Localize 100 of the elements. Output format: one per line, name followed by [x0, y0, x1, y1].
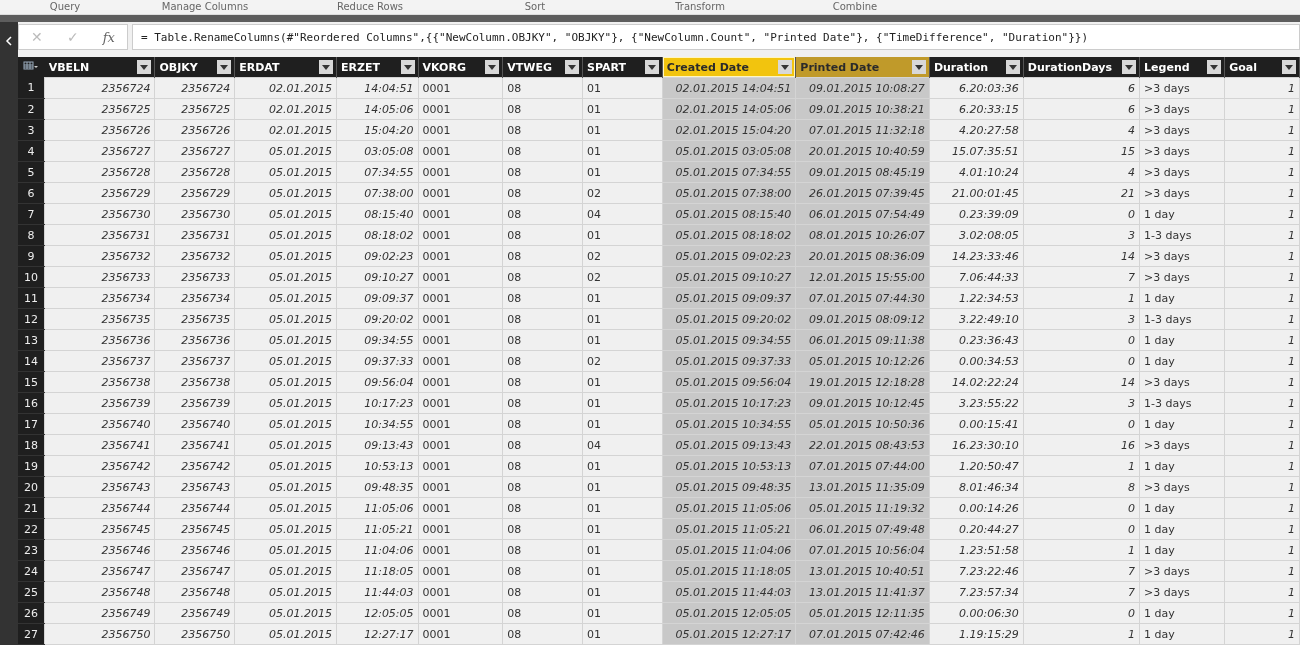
table-cell: 02.01.2015 14:04:51	[662, 77, 796, 99]
caret-icon	[1008, 64, 1017, 70]
caret-icon	[1285, 64, 1293, 70]
filter-dropdown-button[interactable]	[1207, 60, 1222, 74]
table-cell: 08	[502, 77, 583, 99]
column-header[interactable]: ERDAT	[234, 57, 337, 78]
row-number: 11	[18, 287, 45, 309]
table-cell: 2356724	[154, 77, 235, 99]
filter-dropdown-button[interactable]	[1282, 60, 1296, 74]
table-cell: 2356737	[44, 350, 155, 372]
table-cell: 6	[1023, 77, 1140, 99]
table-cell: 2356729	[44, 182, 155, 204]
filter-dropdown-button[interactable]	[137, 60, 152, 74]
table-cell: 09.01.2015 10:08:27	[795, 77, 930, 99]
row-number: 27	[18, 623, 45, 645]
row-number: 7	[18, 203, 45, 225]
row-number: 8	[18, 224, 45, 246]
table-cell: 6.20:03:36	[929, 77, 1024, 99]
filter-dropdown-button[interactable]	[1005, 60, 1020, 74]
filter-dropdown-button[interactable]	[778, 60, 793, 74]
table-cell: 2356731	[44, 224, 155, 246]
row-number: 10	[18, 266, 45, 288]
table-cell: 2356746	[44, 539, 155, 561]
ribbon-group-label: Sort	[523, 1, 547, 13]
table-cell: 2356742	[44, 455, 155, 477]
row-number: 4	[18, 140, 45, 162]
table-cell: 2356747	[44, 560, 155, 582]
row-number: 21	[18, 497, 45, 519]
table-cell: 2356738	[44, 371, 155, 393]
column-header[interactable]: Goal	[1224, 57, 1300, 78]
column-header[interactable]: ERZET	[336, 57, 419, 78]
row-number: 14	[18, 350, 45, 372]
table-cell: 14:04:51	[336, 77, 419, 99]
filter-dropdown-button[interactable]	[1122, 60, 1137, 74]
row-number: 22	[18, 518, 45, 540]
column-header[interactable]: VTWEG	[502, 57, 583, 78]
row-number: 26	[18, 602, 45, 624]
table-cell: 2356725	[44, 98, 155, 120]
table-cell: 2356741	[44, 434, 155, 456]
fx-icon[interactable]: fx	[102, 29, 115, 45]
filter-dropdown-button[interactable]	[485, 60, 500, 74]
column-header[interactable]: Printed Date	[795, 57, 930, 78]
filter-dropdown-button[interactable]	[911, 60, 926, 74]
column-header[interactable]: OBJKY	[154, 57, 235, 78]
column-header[interactable]: VKORG	[418, 57, 503, 78]
filter-dropdown-button[interactable]	[319, 60, 334, 74]
row-number: 9	[18, 245, 45, 267]
caret-icon	[914, 64, 923, 70]
column-header[interactable]: Duration	[929, 57, 1024, 78]
table-cell: 2356736	[44, 329, 155, 351]
row-number: 24	[18, 560, 45, 582]
table-cell: 2356743	[44, 476, 155, 498]
column-header[interactable]: DurationDays	[1023, 57, 1140, 78]
row-number: 13	[18, 329, 45, 351]
column-header[interactable]: SPART	[582, 57, 663, 78]
table-cell: 2356750	[44, 623, 155, 645]
row-number: 12	[18, 308, 45, 330]
table-cell: >3 days	[1139, 77, 1225, 99]
table-cell: 2356727	[44, 140, 155, 162]
filter-dropdown-button[interactable]	[217, 60, 232, 74]
row-number: 19	[18, 455, 45, 477]
caret-icon	[647, 64, 656, 70]
table-cell: 0001	[418, 77, 503, 99]
row-number: 6	[18, 182, 45, 204]
row-number: 15	[18, 371, 45, 393]
formula-field[interactable]: = Table.RenameColumns(#"Reordered Columns",{{"NewColumn.OBJKY", "OBJKY"}, {"NewColumn.Count", "Printed Date"}, {"TimeDifference", "Duration"}})	[132, 24, 1300, 50]
row-number: 3	[18, 119, 45, 141]
caret-icon	[1125, 64, 1134, 70]
table-cell: 2356724	[44, 77, 155, 99]
table-cell: 01	[582, 77, 663, 99]
column-header[interactable]: Created Date	[662, 57, 796, 78]
row-number: 18	[18, 434, 45, 456]
row-number: 17	[18, 413, 45, 435]
table-cell: 2356728	[44, 161, 155, 183]
table-cell: 2356745	[44, 518, 155, 540]
caret-icon	[781, 64, 790, 70]
row-number: 2	[18, 98, 45, 120]
table-cell: 2356732	[44, 245, 155, 267]
table-cell: 2356739	[44, 392, 155, 414]
caret-icon	[322, 64, 331, 70]
row-number: 1	[18, 77, 45, 99]
filter-dropdown-button[interactable]	[400, 60, 415, 74]
table-cell: 2356735	[44, 308, 155, 330]
filter-dropdown-button[interactable]	[644, 60, 659, 74]
ribbon-group-label: Combine	[831, 1, 879, 13]
caret-icon	[140, 64, 149, 70]
row-number: 20	[18, 476, 45, 498]
ribbon-group-label: Transform	[674, 1, 726, 13]
column-header[interactable]: Legend	[1139, 57, 1225, 78]
caret-icon	[220, 64, 229, 70]
caret-icon	[568, 64, 577, 70]
row-number: 25	[18, 581, 45, 603]
table-cell: 02.01.2015	[234, 77, 337, 99]
table-cell: 2356749	[44, 602, 155, 624]
table-cell: 2356733	[44, 266, 155, 288]
caret-icon	[403, 64, 412, 70]
column-header[interactable]: VBELN	[44, 57, 155, 78]
filter-dropdown-button[interactable]	[565, 60, 580, 74]
table-cell: 2356734	[44, 287, 155, 309]
table-cell: 1	[1224, 77, 1300, 99]
